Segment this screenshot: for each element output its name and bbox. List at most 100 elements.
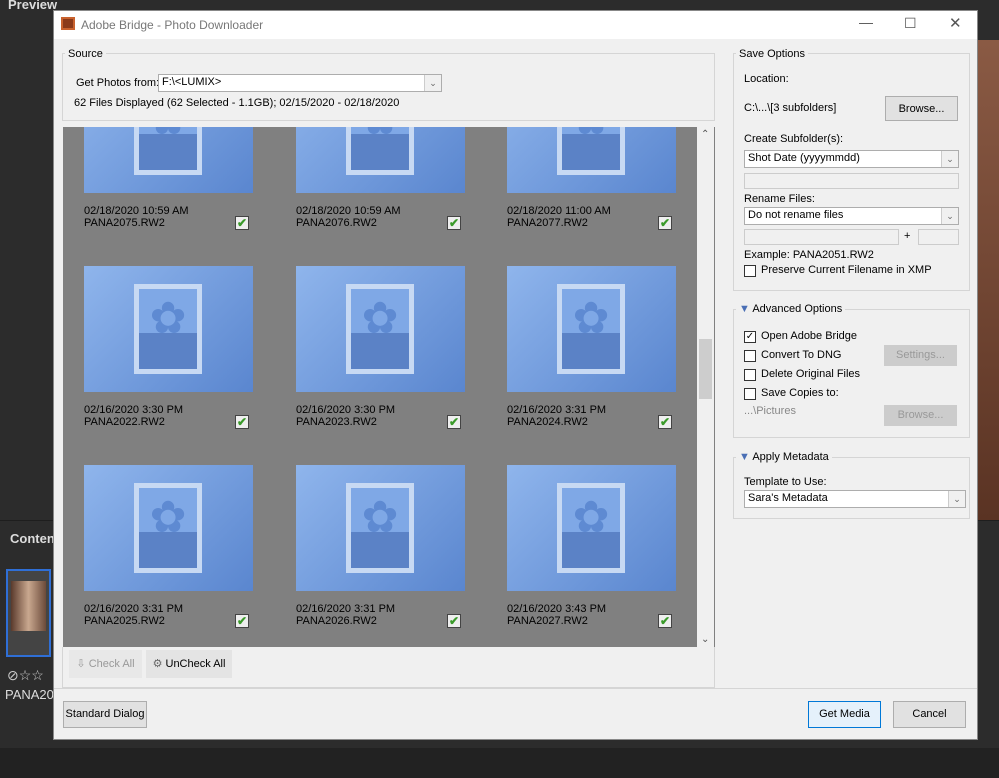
thumbnail-name: PANA20 [5,687,54,702]
photo-checkbox[interactable]: ✔ [235,614,249,628]
scroll-up-icon[interactable]: ⌃ [701,129,709,140]
photo-date: 02/16/2020 3:43 PM [507,603,607,615]
photo-cell[interactable]: ✿ 02/16/2020 3:43 PM PANA2027.RW2 ✔ [507,465,687,645]
photo-cell[interactable]: ✿ 02/16/2020 3:31 PM PANA2024.RW2 ✔ [507,266,687,446]
photo-cell[interactable]: ✿ 02/16/2020 3:31 PM PANA2026.RW2 ✔ [296,465,476,645]
dng-settings-button[interactable]: Settings... [884,345,957,366]
photo-cell[interactable]: ✿ 02/18/2020 10:59 AM PANA2075.RW2 ✔ [84,127,264,247]
scroll-down-icon[interactable]: ⌄ [701,634,709,645]
photo-thumbnail[interactable]: ✿ [507,127,676,193]
photo-thumbnail[interactable]: ✿ [84,127,253,193]
photo-filename: PANA2022.RW2 [84,416,165,428]
cancel-button[interactable]: Cancel [893,701,966,728]
delete-originals-checkbox[interactable] [744,369,756,381]
photo-thumbnail[interactable]: ✿ [507,465,676,591]
open-bridge-checkbox[interactable]: ✓ [744,331,756,343]
rename-number-field[interactable] [918,229,959,245]
photo-checkbox[interactable]: ✔ [235,216,249,230]
close-button[interactable]: ✕ [949,14,962,32]
photo-thumbnail[interactable]: ✿ [296,127,465,193]
photo-cell[interactable]: ✿ 02/18/2020 10:59 AM PANA2076.RW2 ✔ [296,127,476,247]
photo-checkbox[interactable]: ✔ [447,614,461,628]
photo-cell[interactable]: ✿ 02/16/2020 3:30 PM PANA2022.RW2 ✔ [84,266,264,446]
photo-thumbnail[interactable]: ✿ [507,266,676,392]
image-placeholder-icon: ✿ [346,483,414,573]
photo-date: 02/16/2020 3:31 PM [296,603,396,615]
rename-label: Rename Files: [744,193,815,205]
grid-scrollbar[interactable]: ⌃ ⌄ [697,127,714,647]
rename-text-field[interactable] [744,229,899,245]
preserve-filename-checkbox[interactable] [744,265,756,277]
chevron-down-icon: ⌄ [941,151,958,167]
save-copies-checkbox[interactable] [744,388,756,400]
photo-thumbnail[interactable]: ✿ [296,465,465,591]
apply-metadata-label: Apply Metadata [752,451,829,463]
photo-filename: PANA2024.RW2 [507,416,588,428]
apply-metadata-header[interactable]: ▼ Apply Metadata [736,451,832,463]
standard-dialog-button[interactable]: Standard Dialog [63,701,147,728]
photo-thumbnail[interactable]: ✿ [296,266,465,392]
photo-checkbox[interactable]: ✔ [658,415,672,429]
rename-dropdown[interactable]: Do not rename files ⌄ [744,207,959,225]
source-label: Source [65,48,106,60]
subfolder-custom-field[interactable] [744,173,959,189]
collapse-triangle-icon: ▼ [739,451,750,463]
save-options-label: Save Options [736,48,809,60]
location-browse-button[interactable]: Browse... [885,96,958,121]
photo-thumbnail[interactable]: ✿ [84,266,253,392]
get-photos-dropdown[interactable]: F:\<LUMIX> ⌄ [158,74,442,92]
app-icon [61,17,75,30]
photo-cell[interactable]: ✿ 02/16/2020 3:31 PM PANA2025.RW2 ✔ [84,465,264,645]
preview-panel-label: Preview [8,0,58,12]
subfolder-dropdown[interactable]: Shot Date (yyyymmdd) ⌄ [744,150,959,168]
uncheck-all-label: UnCheck All [165,658,226,670]
photo-date: 02/18/2020 11:00 AM [507,205,611,217]
image-placeholder-icon: ✿ [557,127,625,175]
photo-filename: PANA2075.RW2 [84,217,165,229]
location-label: Location: [744,73,789,85]
chevron-down-icon: ⌄ [948,491,965,507]
get-media-button[interactable]: Get Media [808,701,881,728]
scrollbar-thumb[interactable] [699,339,712,399]
image-placeholder-icon: ✿ [346,127,414,175]
check-all-button[interactable]: ⇩ Check All [69,650,142,678]
photo-checkbox[interactable]: ✔ [447,415,461,429]
convert-dng-label: Convert To DNG [761,349,842,361]
photo-cell[interactable]: ✿ 02/18/2020 11:00 AM PANA2077.RW2 ✔ [507,127,687,247]
photo-checkbox[interactable]: ✔ [658,216,672,230]
template-label: Template to Use: [744,476,827,488]
content-thumbnail[interactable] [6,569,51,657]
get-photos-label: Get Photos from: [76,77,160,89]
dialog-title: Adobe Bridge - Photo Downloader [81,18,264,32]
photo-filename: PANA2076.RW2 [296,217,377,229]
rename-value: Do not rename files [748,209,844,221]
check-all-icon: ⇩ [76,658,89,670]
copies-path: ...\Pictures [744,405,796,417]
uncheck-all-button[interactable]: ⚙ UnCheck All [146,650,232,678]
maximize-button[interactable]: ☐ [904,15,917,32]
template-dropdown[interactable]: Sara's Metadata ⌄ [744,490,966,508]
uncheck-all-icon: ⚙ [152,658,166,670]
get-photos-value: F:\<LUMIX> [162,76,222,88]
check-all-label: Check All [88,658,135,670]
photo-checkbox[interactable]: ✔ [658,614,672,628]
convert-dng-checkbox[interactable] [744,350,756,362]
photo-downloader-dialog: Adobe Bridge - Photo Downloader — ☐ ✕ So… [53,10,978,740]
rating-stars[interactable]: ⊘☆☆ [7,667,44,684]
location-value: C:\...\[3 subfolders] [744,102,837,114]
advanced-options-header[interactable]: ▼ Advanced Options [736,303,846,315]
copies-browse-button[interactable]: Browse... [884,405,957,426]
status-bar [0,748,999,778]
save-copies-label: Save Copies to: [761,387,839,399]
subfolder-label: Create Subfolder(s): [744,133,844,145]
chevron-down-icon: ⌄ [941,208,958,224]
photo-thumbnail[interactable]: ✿ [84,465,253,591]
advanced-options-label: Advanced Options [752,303,843,315]
minimize-button[interactable]: — [859,14,873,30]
photo-checkbox[interactable]: ✔ [447,216,461,230]
chevron-down-icon: ⌄ [424,75,441,91]
photo-cell[interactable]: ✿ 02/16/2020 3:30 PM PANA2023.RW2 ✔ [296,266,476,446]
photo-checkbox[interactable]: ✔ [235,415,249,429]
title-bar: Adobe Bridge - Photo Downloader — ☐ ✕ [54,11,977,39]
photo-date: 02/16/2020 3:30 PM [84,404,184,416]
